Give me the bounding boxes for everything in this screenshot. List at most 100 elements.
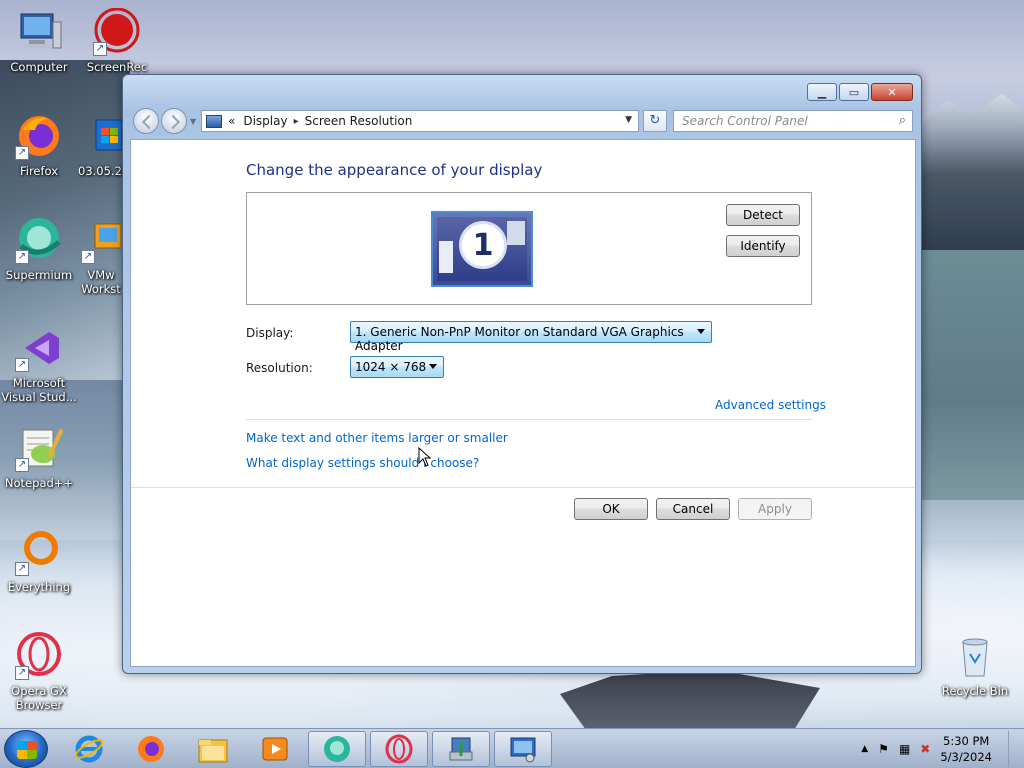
wallpaper-water (914, 250, 1024, 500)
text-size-link[interactable]: Make text and other items larger or smal… (246, 431, 508, 445)
taskbar-supermium[interactable] (308, 731, 366, 767)
search-input[interactable]: Search Control Panel ⌕ (673, 110, 913, 132)
minimize-button[interactable]: ▁ (807, 83, 837, 101)
breadcrumb-separator[interactable]: ▸ (294, 116, 299, 127)
cancel-button[interactable]: Cancel (656, 498, 730, 520)
resolution-label: Resolution: (246, 361, 313, 375)
clock-time: 5:30 PM (943, 734, 990, 748)
advanced-settings-link[interactable]: Advanced settings (715, 398, 826, 412)
record-icon: ↗ (93, 7, 141, 56)
search-icon[interactable]: ⌕ (899, 113, 906, 128)
chevron-down-icon (429, 364, 437, 369)
footer-divider (131, 487, 915, 488)
search-placeholder: Search Control Panel (682, 114, 808, 128)
action-center-flag-icon[interactable]: ⚑ (878, 742, 889, 756)
desktop-icon-notepadpp[interactable]: ↗ Notepad++ (0, 424, 78, 490)
recent-pages-dropdown[interactable]: ▼ (190, 117, 196, 126)
monitor-number: 1 (459, 221, 507, 269)
desktop-icon-vmware[interactable]: ↗ VMw Workst (80, 216, 122, 296)
show-desktop-button[interactable] (1008, 731, 1020, 767)
address-dropdown-icon[interactable]: ▼ (625, 115, 632, 125)
display-settings-help-link[interactable]: What display settings should I choose? (246, 456, 479, 470)
clock[interactable]: 5:30 PM 5/3/2024 (940, 733, 992, 765)
installer-icon (449, 737, 473, 761)
navigation-bar: ▼ « Display ▸ Screen Resolution ▼ ↻ Sear… (131, 107, 915, 135)
display-preview-area: 1 Detect Identify (246, 192, 812, 305)
identify-button[interactable]: Identify (726, 235, 800, 257)
screen-resolution-window: ▁ ▭ ✕ ▼ « Display ▸ Screen Resolution ▼ … (122, 74, 922, 674)
desktop-icon-everything[interactable]: ↗ Everything (0, 528, 78, 594)
desktop-icon-firefox[interactable]: ↗ Firefox (0, 112, 78, 178)
shortcut-arrow-icon: ↗ (15, 146, 29, 160)
refresh-button[interactable]: ↻ (643, 110, 667, 132)
internet-explorer-icon (74, 735, 104, 763)
taskbar-internet-explorer[interactable] (60, 731, 118, 767)
recycle-bin-icon (951, 632, 999, 680)
start-button[interactable] (4, 730, 48, 768)
shortcut-arrow-icon: ↗ (15, 250, 29, 264)
supermium-icon: ↗ (15, 216, 63, 264)
shortcut-arrow-icon: ↗ (93, 42, 107, 56)
windows-file-icon (92, 112, 122, 160)
breadcrumb-display[interactable]: Display (243, 114, 287, 128)
control-panel-icon (510, 737, 536, 763)
opera-gx-icon: ↗ (15, 632, 63, 680)
page-title: Change the appearance of your display (246, 161, 543, 179)
desktop-icon-screenrec[interactable]: ↗ ScreenRec (78, 7, 156, 74)
volume-muted-icon[interactable]: ✖ (920, 742, 930, 756)
display-select-value: 1. Generic Non-PnP Monitor on Standard V… (355, 325, 684, 353)
ok-button[interactable]: OK (574, 498, 648, 520)
close-button[interactable]: ✕ (871, 83, 913, 101)
vmware-icon: ↗ (81, 216, 122, 264)
breadcrumb-overflow[interactable]: « (228, 114, 235, 128)
taskbar-control-panel[interactable] (494, 731, 552, 767)
desktop-icon-file[interactable]: 03.05.20 (78, 112, 122, 178)
desktop-icon-visual-studio[interactable]: ↗ Microsoft Visual Stud... (0, 324, 78, 404)
desktop-icon-supermium[interactable]: ↗ Supermium (0, 216, 78, 282)
network-icon[interactable]: ▦ (899, 742, 910, 756)
taskbar-opera-gx[interactable] (370, 731, 428, 767)
monitor-window-right (507, 221, 525, 245)
supermium-icon (324, 736, 350, 762)
chevron-down-icon (697, 329, 705, 334)
shortcut-arrow-icon: ↗ (15, 458, 29, 472)
caption-buttons: ▁ ▭ ✕ (807, 83, 913, 101)
desktop-icon-label: Microsoft Visual Stud... (1, 376, 77, 404)
detect-button[interactable]: Detect (726, 204, 800, 226)
breadcrumb-screen-resolution[interactable]: Screen Resolution (305, 114, 413, 128)
back-button[interactable] (133, 108, 159, 134)
taskbar-firefox[interactable] (122, 731, 180, 767)
display-select[interactable]: 1. Generic Non-PnP Monitor on Standard V… (350, 321, 712, 353)
opera-gx-icon (385, 734, 413, 764)
show-hidden-icons-icon[interactable]: ▲ (861, 744, 868, 754)
monitor-1-thumbnail[interactable]: 1 (431, 211, 533, 287)
desktop-icon-label: 03.05.20 (78, 164, 122, 178)
firefox-icon (138, 736, 164, 762)
address-bar[interactable]: « Display ▸ Screen Resolution ▼ (201, 110, 639, 132)
desktop-icon-recycle-bin[interactable]: Recycle Bin (936, 632, 1014, 698)
desktop-icon-label: Notepad++ (4, 476, 74, 490)
notepadpp-icon: ↗ (15, 424, 64, 472)
maximize-button[interactable]: ▭ (839, 83, 869, 101)
clock-date: 5/3/2024 (940, 750, 992, 764)
resolution-select[interactable]: 1024 × 768 (350, 356, 444, 378)
desktop-icon-opera-gx[interactable]: ↗ Opera GX Browser (0, 632, 78, 712)
mouse-cursor-icon (418, 447, 432, 467)
desktop-icon-label: VMw Workst (81, 268, 121, 296)
control-panel-icon (206, 114, 222, 128)
taskbar: ▲ ⚑ ▦ ✖ 5:30 PM 5/3/2024 (0, 728, 1024, 768)
taskbar-installer[interactable] (432, 731, 490, 767)
shortcut-arrow-icon: ↗ (15, 666, 29, 680)
shortcut-arrow-icon: ↗ (15, 358, 29, 372)
forward-button[interactable] (161, 108, 187, 134)
desktop-icon-computer[interactable]: Computer (0, 8, 78, 74)
taskbar-explorer[interactable] (184, 731, 242, 767)
taskbar-media-player[interactable] (246, 731, 304, 767)
shortcut-arrow-icon: ↗ (81, 250, 95, 264)
desktop-icon-label: ScreenRec (86, 60, 148, 74)
wallpaper-mountain-right (914, 93, 1024, 250)
desktop-icon-label: Supermium (5, 268, 73, 282)
computer-icon (15, 8, 63, 56)
apply-button: Apply (738, 498, 812, 520)
desktop-icon-label: Recycle Bin (941, 684, 1009, 698)
